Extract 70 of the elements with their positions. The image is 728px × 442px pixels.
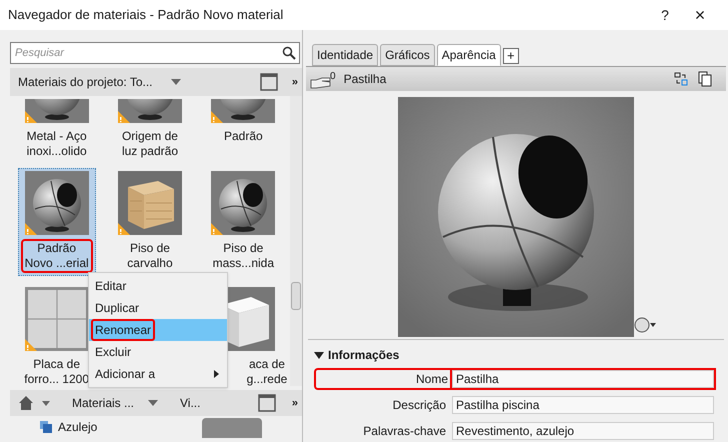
material-tile[interactable]: Piso de carvalho xyxy=(110,168,189,276)
library-dropdown[interactable]: Materiais do projeto: To... xyxy=(18,73,188,91)
field-label: Descrição xyxy=(392,397,447,414)
search-icon[interactable] xyxy=(282,46,296,60)
caret-icon xyxy=(148,400,158,406)
material-name: Piso de mass...nida xyxy=(212,240,275,272)
menu-item-label: Excluir xyxy=(94,344,132,361)
material-name: Placa de forro... 1200 xyxy=(23,356,90,388)
asset-name: Pastilha xyxy=(344,71,386,88)
tab[interactable]: Gráficos xyxy=(380,44,435,66)
home-icon[interactable] xyxy=(18,395,34,411)
folder-icon xyxy=(40,421,52,433)
more-button[interactable]: » xyxy=(292,74,298,90)
menu-item-label: Editar xyxy=(94,278,128,295)
menu-item-label: Duplicar xyxy=(94,300,140,317)
expand-icon xyxy=(314,352,324,358)
warning-icon xyxy=(118,223,130,235)
material-name: Padrão xyxy=(222,128,264,145)
menu-item-label: Adicionar a xyxy=(94,366,156,383)
section-header[interactable]: Informações xyxy=(314,346,714,364)
material-name: aca de g...rede xyxy=(246,356,288,388)
material-name: Padrão Novo ...erial xyxy=(20,239,93,273)
text-field[interactable]: Pastilha piscina xyxy=(452,396,714,414)
material-tile[interactable]: Origem de luz padrão xyxy=(110,98,189,164)
wood-cube-drawing xyxy=(118,171,182,235)
selected-material-tile[interactable]: Padrão Novo ...erial xyxy=(18,168,96,276)
warning-icon xyxy=(24,339,37,351)
scrollbar[interactable] xyxy=(290,96,302,386)
add-tab-button[interactable]: + xyxy=(502,48,519,64)
material-name: Metal - Aço inoxi...olido xyxy=(26,128,88,160)
close-button[interactable]: × xyxy=(680,2,720,28)
tab[interactable]: Identidade xyxy=(312,44,378,66)
caret-icon[interactable] xyxy=(42,400,50,406)
warning-icon xyxy=(211,223,224,235)
ball-drawing xyxy=(211,171,276,235)
help-button[interactable]: ? xyxy=(650,4,680,26)
warning-icon xyxy=(24,223,37,235)
copy-icon[interactable] xyxy=(698,71,712,87)
preview-options-button[interactable] xyxy=(634,317,656,333)
search-field[interactable]: Pesquisar xyxy=(10,42,300,64)
text-field[interactable]: Revestimento, azulejo xyxy=(452,422,714,440)
breadcrumb-segment[interactable]: Materiais ... xyxy=(72,394,158,412)
window-icon[interactable] xyxy=(260,73,278,91)
hand-icon xyxy=(310,77,332,89)
material-name: Origem de luz padrão xyxy=(120,128,179,160)
material-tile[interactable]: Padrão xyxy=(204,98,282,149)
more-button[interactable]: » xyxy=(292,394,298,412)
tab[interactable]: Aparência xyxy=(436,44,501,66)
caret-icon xyxy=(170,79,181,85)
sphere-icon xyxy=(634,317,650,333)
swap-icon[interactable] xyxy=(674,72,688,86)
material-name: Piso de carvalho xyxy=(126,240,174,272)
field-label: Palavras-chave xyxy=(362,423,447,440)
usage-count: 0 xyxy=(330,70,336,84)
window-icon[interactable] xyxy=(258,394,276,412)
material-tile[interactable]: Piso de mass...nida xyxy=(204,168,282,276)
text-field[interactable]: Pastilha xyxy=(452,370,714,388)
warning-icon xyxy=(24,111,37,123)
breadcrumb-segment[interactable]: Vi... xyxy=(180,394,200,412)
caret-icon xyxy=(650,323,656,327)
menu-item-label: Renomear xyxy=(91,319,156,341)
window-title: Navegador de materiais - Padrão Novo material xyxy=(8,6,284,24)
thumbnail-placeholder xyxy=(202,418,262,438)
warning-icon xyxy=(211,111,224,123)
submenu-arrow-icon xyxy=(214,370,219,378)
tree-item[interactable]: Azulejo xyxy=(40,418,98,436)
ball-drawing xyxy=(24,171,89,235)
warning-icon xyxy=(118,111,130,123)
menu-item[interactable]: Renomear xyxy=(89,319,227,341)
material-tile[interactable]: Metal - Aço inoxi...olido xyxy=(18,98,96,164)
